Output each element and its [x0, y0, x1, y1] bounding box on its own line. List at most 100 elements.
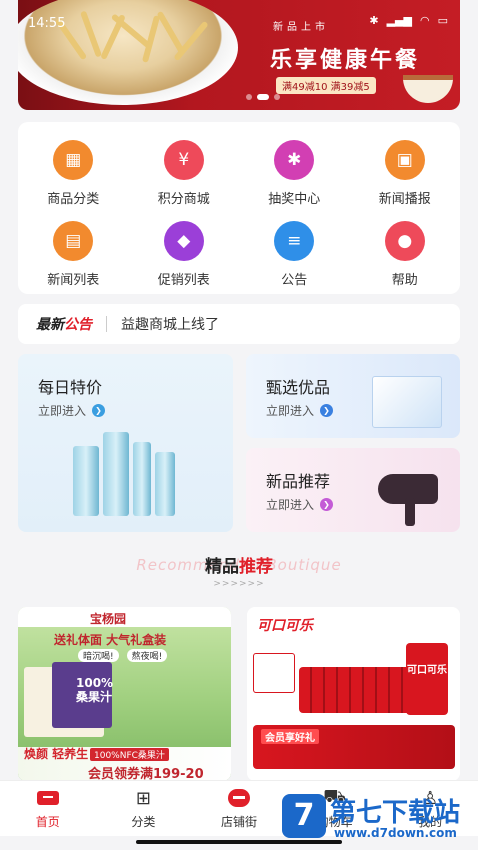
- new-products-enter[interactable]: 立即进入 ❯: [266, 496, 334, 513]
- quick-entry-label: 商品分类: [47, 192, 100, 207]
- recommend-section-header: Recommended Boutique 精品推荐 >>>>>>: [0, 552, 478, 589]
- quick-entry-label: 新闻列表: [47, 273, 100, 288]
- radio-icon: ▣: [384, 140, 425, 180]
- banner-pagination: [246, 94, 280, 100]
- banner-title: 乐享健康午餐: [270, 48, 421, 73]
- daily-special-enter-label: 立即进入: [38, 404, 87, 418]
- selected-goods-title: 甄选优品: [266, 378, 331, 397]
- banner-dot: [274, 94, 280, 100]
- new-products-title: 新品推荐: [266, 472, 331, 491]
- product-card-mulberry[interactable]: 宝杨园 送礼体面 大气礼盒装 暗沉喝! 熬夜喝! 100% 桑果汁 焕颜 轻养生…: [18, 607, 231, 781]
- lottery-icon: ✱: [274, 140, 315, 180]
- recommend-title-left: 精品: [205, 557, 239, 577]
- notice-icon: ≡: [274, 221, 315, 261]
- divider: [106, 316, 107, 332]
- help-icon: ●: [384, 221, 425, 261]
- daily-special-title: 每日特价: [38, 378, 103, 397]
- recommend-title-right: 推荐: [239, 557, 273, 577]
- quick-entry-lottery[interactable]: ✱ 抽奖中心: [239, 140, 350, 207]
- watermark-logo: 7: [282, 794, 326, 838]
- cola-cans-image: [299, 667, 419, 713]
- status-bar: 14:55 ✱ ▂▄▆ ◠ ▭: [0, 0, 478, 31]
- product-pills: 暗沉喝! 熬夜喝!: [78, 649, 168, 662]
- selected-goods-enter[interactable]: 立即进入 ❯: [266, 402, 334, 419]
- tab-category-label: 分类: [131, 815, 156, 829]
- quick-entry-news-list[interactable]: ▤ 新闻列表: [18, 221, 129, 288]
- member-gift-bar: 会员享好礼: [253, 725, 455, 769]
- product-nfc-label: 100%NFC桑果汁: [90, 748, 169, 761]
- recommend-title: 精品推荐: [0, 552, 478, 577]
- watermark-text: 第七下载站: [330, 798, 461, 828]
- tab-category[interactable]: ⊞ 分类: [96, 781, 192, 836]
- announcement-text: 益趣商城上线了: [121, 317, 219, 333]
- daily-special-enter[interactable]: 立即进入 ❯: [38, 402, 106, 419]
- signal-icon: ▂▄▆: [386, 14, 412, 27]
- home-icon: [36, 787, 60, 809]
- new-products-enter-label: 立即进入: [266, 498, 315, 512]
- skincare-bottles-image: [73, 432, 175, 516]
- quick-entry-notice[interactable]: ≡ 公告: [239, 221, 350, 288]
- cola-can-image: 可口可乐: [406, 643, 448, 715]
- sale-tag-icon: ◆: [163, 221, 204, 261]
- tab-shop-street[interactable]: 店铺街: [191, 781, 287, 836]
- banner-discount-tag: 满49减10 满39减5: [276, 77, 376, 94]
- product-footer: 焕颜 轻养生 100%NFC桑果汁 会员领券满199-20: [18, 747, 231, 781]
- wifi-icon: ◠: [419, 14, 430, 27]
- tab-home[interactable]: 首页: [0, 781, 96, 836]
- status-icons: ✱ ▂▄▆ ◠ ▭: [369, 14, 448, 27]
- news-list-icon: ▤: [53, 221, 94, 261]
- announcement-logo-left: 最新: [36, 317, 64, 333]
- banner-dot-active: [257, 94, 269, 100]
- announcement-logo: 最新公告: [36, 314, 92, 334]
- product-footer-tagline: 焕颜 轻养生: [24, 747, 89, 761]
- quick-entry-category[interactable]: ▦ 商品分类: [18, 140, 129, 207]
- selected-goods-enter-label: 立即进入: [266, 404, 315, 418]
- quick-entry-list: ▦ 商品分类 ¥ 积分商城 ✱ 抽奖中心 ▣ 新闻播报 ▤ 新闻列表 ◆ 促销列表 ≡ 公告 ● 帮助: [18, 122, 460, 288]
- quick-entry-label: 帮助: [391, 273, 418, 288]
- banner-dot: [246, 94, 252, 100]
- product-card-cola[interactable]: 可口可乐 可口可乐 会员享好礼: [247, 607, 460, 781]
- watermark-url: www.d7down.com: [334, 826, 457, 840]
- product-slogan: 送礼体面 大气礼盒装: [54, 633, 167, 647]
- promo-notice-image: [253, 653, 295, 693]
- quick-entry-help[interactable]: ● 帮助: [350, 221, 461, 288]
- quick-entry-sale-tag[interactable]: ◆ 促销列表: [129, 221, 240, 288]
- shop-icon: [227, 787, 251, 809]
- quick-entry-label: 积分商城: [157, 192, 210, 207]
- app-page: 14:55 ✱ ▂▄▆ ◠ ▭ 新品上市 乐享健康午餐 满49减10 满39减5: [0, 0, 478, 850]
- site-watermark: 7 第七下载站 www.d7down.com: [282, 786, 478, 850]
- tab-home-label: 首页: [35, 815, 60, 829]
- status-time: 14:55: [28, 16, 66, 31]
- daily-special-card[interactable]: 每日特价 立即进入 ❯: [18, 354, 233, 532]
- quick-entry-radio[interactable]: ▣ 新闻播报: [350, 140, 461, 207]
- points-mall-icon: ¥: [163, 140, 204, 180]
- quick-entry-label: 促销列表: [157, 273, 210, 288]
- arrow-right-icon: ❯: [320, 404, 334, 417]
- quick-entry-points-mall[interactable]: ¥ 积分商城: [129, 140, 240, 207]
- selected-goods-card[interactable]: 甄选优品 立即进入 ❯: [246, 354, 460, 438]
- quick-entry-label: 公告: [281, 273, 308, 288]
- category-icon: ▦: [53, 140, 94, 180]
- juice-box-image: 100% 桑果汁: [52, 662, 113, 728]
- arrow-right-icon: ❯: [92, 404, 106, 417]
- hair-dryer-handle: [405, 498, 415, 526]
- product-coupon-text: 会员领券满199-20: [88, 767, 204, 781]
- member-gift-label: 会员享好礼: [261, 729, 319, 744]
- grid-icon: ⊞: [135, 787, 151, 809]
- arrow-right-icon: ❯: [320, 498, 334, 511]
- tab-shop-street-label: 店铺街: [220, 815, 257, 829]
- bluetooth-icon: ✱: [369, 14, 379, 27]
- cola-logo: 可口可乐: [257, 618, 313, 634]
- battery-icon: ▭: [437, 14, 448, 27]
- announcement-bar[interactable]: 最新公告 益趣商城上线了: [18, 304, 460, 344]
- quick-entry-label: 抽奖中心: [268, 192, 321, 207]
- quick-entry-label: 新闻播报: [378, 192, 431, 207]
- product-box-image: [372, 376, 442, 428]
- tea-cup-image: [403, 75, 453, 103]
- quick-entry-grid: ▦ 商品分类 ¥ 积分商城 ✱ 抽奖中心 ▣ 新闻播报 ▤ 新闻列表 ◆ 促销列表 ≡ 公告 ● 帮助: [18, 122, 460, 294]
- recommend-deco: >>>>>>: [213, 579, 265, 589]
- product-pill: 暗沉喝!: [78, 649, 119, 662]
- announcement-logo-right: 公告: [64, 317, 92, 333]
- product-brand: 宝杨园: [90, 612, 127, 626]
- new-products-card[interactable]: 新品推荐 立即进入 ❯: [246, 448, 460, 532]
